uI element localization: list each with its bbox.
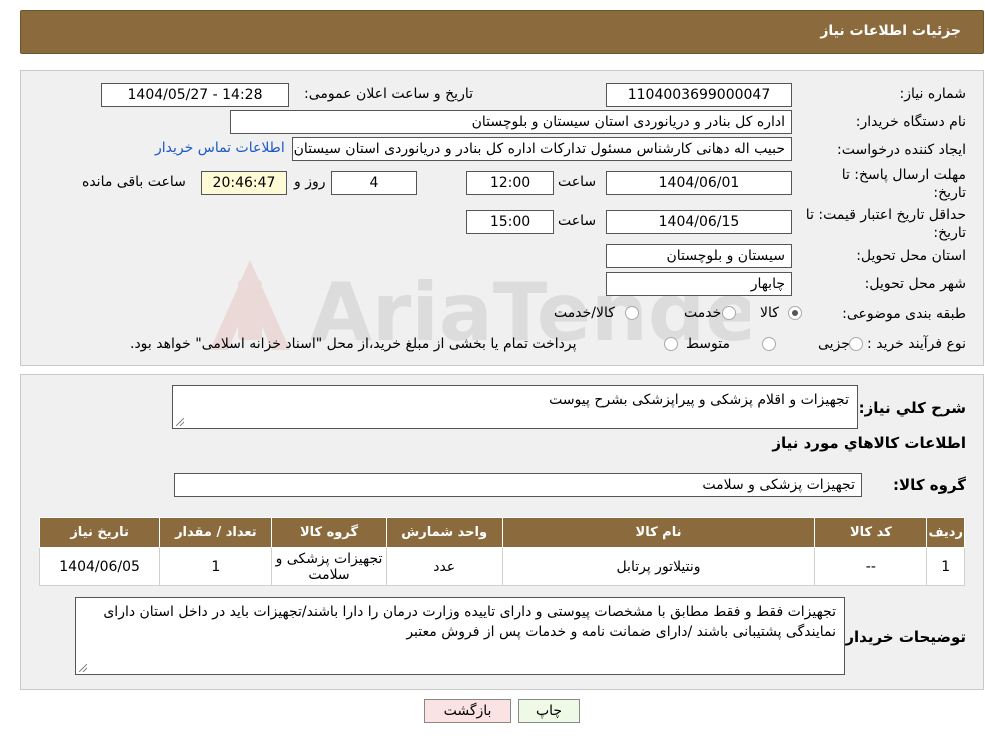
col-item-group: گروه کالا [271,517,387,548]
process-radio-treasury[interactable] [664,337,678,351]
price-validity-date: 1404/06/15 [606,210,792,234]
process-option-medium: متوسط [686,336,730,352]
resize-grip[interactable] [79,664,87,672]
process-option-minor: جزیی [818,336,850,352]
reply-deadline-label: مهلت ارسال پاسخ: تا تاریخ: [841,167,966,201]
announce-datetime-field: 1404/05/27 - 14:28 [101,83,289,107]
province-label: استان محل تحویل: [856,248,966,264]
cell-need-date: 1404/06/05 [38,547,161,586]
buyer-notes-field: تجهیزات فقط و فقط مطابق با مشخصات پیوستی… [75,597,845,675]
city-label: شهر محل تحویل: [864,276,966,292]
price-validity-time: 15:00 [466,210,554,234]
goods-group-label: گروه کالا: [893,476,966,494]
province-field: سیستان و بلوچستان [606,244,792,268]
buyer-notes-text: تجهیزات فقط و فقط مطابق با مشخصات پیوستی… [103,604,836,640]
category-option-goods-service: کالا/خدمت [554,305,615,321]
cell-item-group: تجهیزات پزشکی و سلامت [271,547,387,586]
price-validity-label: حداقل تاریخ اعتبار قیمت: تا تاریخ: [805,207,966,241]
summary-field: تجهیزات و اقلام پزشکی و پیراپزشکی بشرح پ… [172,385,858,429]
summary-text: تجهیزات و اقلام پزشکی و پیراپزشکی بشرح پ… [549,392,849,408]
cell-item-name: ونتیلاتور پرتابل [501,547,816,586]
process-treasury-note: پرداخت تمام یا بخشی از مبلغ خرید،از محل … [130,336,577,352]
days-label: روز و [294,174,326,190]
goods-group-field: تجهیزات پزشکی و سلامت [174,473,862,497]
col-item-name: نام کالا [501,517,816,548]
category-label: طبقه بندی موضوعی: [842,306,966,322]
col-row-number: ردیف [926,517,965,548]
buyer-org-label: نام دستگاه خریدار: [855,114,966,130]
items-table: ردیف کد کالا نام کالا واحد شمارش گروه کا… [38,517,965,586]
remaining-time: 20:46:47 [201,171,287,195]
category-radio-goods[interactable] [788,306,802,320]
need-number-field: 1104003699000047 [606,83,792,107]
process-radio-minor[interactable] [849,337,863,351]
cell-unit: عدد [385,547,503,586]
requester-field: حبیب اله دهانی کارشناس مسئول تدارکات ادا… [292,137,792,161]
announce-datetime-label: تاریخ و ساعت اعلان عمومی: [304,86,473,102]
col-unit: واحد شمارش [385,517,503,548]
col-quantity: تعداد / مقدار [159,517,273,548]
city-field: چابهار [606,272,792,296]
table-header-row: ردیف کد کالا نام کالا واحد شمارش گروه کا… [38,517,965,548]
category-option-goods: کالا [760,305,779,321]
cell-item-code: -- [814,547,928,586]
buyer-notes-label: توضیحات خریدار: [839,628,966,646]
category-radio-service[interactable] [722,306,736,320]
category-option-service: خدمت [684,305,722,321]
process-radio-medium[interactable] [762,337,776,351]
reply-deadline-time: 12:00 [466,171,554,195]
reply-deadline-time-label: ساعت [558,174,597,190]
buyer-contact-link[interactable]: اطلاعات تماس خریدار [155,140,285,156]
cell-row-number: 1 [926,547,965,586]
remaining-time-label: ساعت باقی مانده [82,174,186,190]
summary-label: شرح کلي نياز: [858,399,966,417]
buyer-org-field: اداره کل بنادر و دریانوردی استان سیستان … [230,110,792,134]
table-row: 1 -- ونتیلاتور پرتابل عدد تجهیزات پزشکی … [38,547,965,586]
items-heading: اطلاعات کالاهاي مورد نياز [772,434,966,452]
col-item-code: کد کالا [814,517,928,548]
need-number-label: شماره نیاز: [899,86,967,102]
print-button[interactable]: چاپ [518,699,580,723]
resize-grip[interactable] [176,418,184,426]
requester-label: ایجاد کننده درخواست: [837,142,966,158]
category-radio-goods-service[interactable] [625,306,639,320]
process-type-label: نوع فرآیند خرید : [867,336,966,352]
back-button[interactable]: بازگشت [424,699,511,723]
page-header: جزئیات اطلاعات نیاز [20,10,984,54]
remaining-days: 4 [331,171,417,195]
page-title: جزئیات اطلاعات نیاز [820,23,961,39]
reply-deadline-date: 1404/06/01 [606,171,792,195]
price-validity-time-label: ساعت [558,213,597,229]
cell-quantity: 1 [159,547,273,586]
col-need-date: تاریخ نیاز [38,517,161,548]
